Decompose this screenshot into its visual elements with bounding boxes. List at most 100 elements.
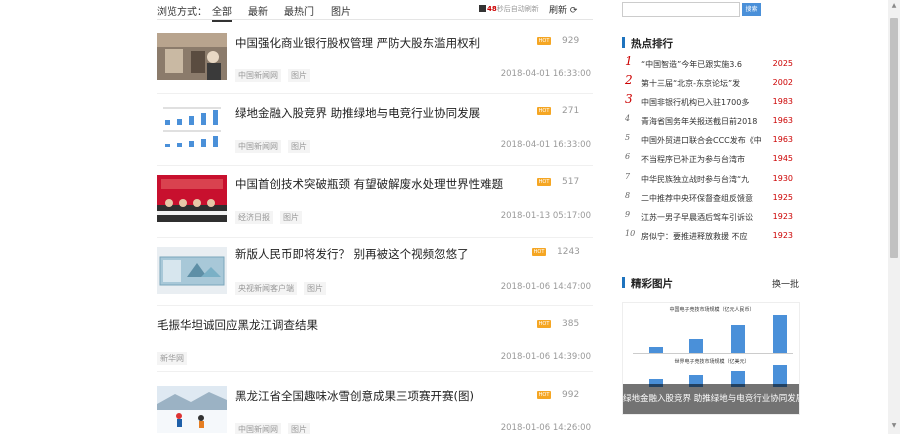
rank-title[interactable]: 中国外贸进口联合会CCC发布《中 xyxy=(641,135,769,146)
auto-refresh-checkbox[interactable] xyxy=(479,5,486,12)
source-tag[interactable]: 中国新闻网 xyxy=(235,140,281,153)
view-count: 1243 xyxy=(557,247,580,257)
rank-item[interactable]: 6 不当程序已补正为参与台湾市 1945 xyxy=(625,152,793,168)
source-tag[interactable]: 央视新闻客户端 xyxy=(235,282,297,295)
search-input[interactable] xyxy=(622,2,740,17)
rank-title[interactable]: 青海省国务年关报送截日前2018 xyxy=(641,116,769,127)
rank-item[interactable]: 10 房似宁：要推进释放救援 不应 1923 xyxy=(625,229,793,245)
category-tag[interactable]: 图片 xyxy=(280,211,302,224)
featured-picture[interactable]: 中国电子竞技市场规模（亿元人民币） 世界电子竞技市场规模（亿美元） 绿地金融入股… xyxy=(622,302,800,415)
view-count: 271 xyxy=(562,106,580,116)
rank-title[interactable]: “中国智造”今年已跟实施3.6 xyxy=(641,59,769,70)
scroll-down-icon[interactable]: ▼ xyxy=(888,422,900,432)
auto-refresh-text: 秒后自动刷新 xyxy=(496,5,539,13)
chart-thumbnail-image xyxy=(157,104,227,151)
hot-badge: HOT xyxy=(537,107,551,115)
scrollbar-thumb[interactable] xyxy=(890,18,898,258)
rank-title[interactable]: 第十三届“北京-东京论坛”发 xyxy=(641,78,769,89)
news-item[interactable]: 毛振华坦诚回应黑龙江调查结果 HOT 385 新华网 2018-01-06 14… xyxy=(157,306,593,372)
tab-hottest[interactable]: 最热门 xyxy=(284,3,314,18)
rank-title[interactable]: 二中推荐中央环保督查组反馈意 xyxy=(641,193,769,204)
browse-filter-bar: 浏览方式： 全部 最新 最热门 图片 48秒后自动刷新 刷新 ⟳ xyxy=(157,0,593,22)
auto-refresh-toggle[interactable]: 48秒后自动刷新 xyxy=(479,4,539,14)
section-marker xyxy=(622,37,625,48)
category-tag[interactable]: 图片 xyxy=(288,69,310,82)
search-button[interactable]: 搜索 xyxy=(742,3,761,16)
news-title[interactable]: 中国首创技术突破瓶颈 有望破解废水处理世界性难题 xyxy=(235,176,503,192)
hot-ranking-title: 热点排行 xyxy=(631,38,673,50)
news-item[interactable]: 新版人民币即将发行？ 别再被这个视频忽悠了 HOT 1243 央视新闻客户端 图… xyxy=(157,238,593,306)
rank-number: 4 xyxy=(625,114,631,123)
category-tag[interactable]: 图片 xyxy=(288,140,310,153)
publish-time: 2018-04-01 16:33:00 xyxy=(500,140,591,150)
refresh-gallery-link[interactable]: 换一批 xyxy=(772,277,799,290)
news-title[interactable]: 毛振华坦诚回应黑龙江调查结果 xyxy=(157,317,318,333)
refresh-label: 刷新 xyxy=(549,6,568,16)
rank-number: 10 xyxy=(625,229,636,238)
source-tag[interactable]: 经济日报 xyxy=(235,211,273,224)
hot-badge: HOT xyxy=(532,248,546,256)
view-count: 517 xyxy=(562,177,580,187)
view-count: 929 xyxy=(562,36,580,46)
news-title[interactable]: 黑龙江省全国趣味冰雪创意成果三项赛开赛(图) xyxy=(235,388,474,404)
tab-all[interactable]: 全部 xyxy=(212,3,232,22)
news-thumbnail[interactable] xyxy=(157,175,227,222)
tab-pictures[interactable]: 图片 xyxy=(331,3,351,18)
rank-count: 2025 xyxy=(772,59,793,68)
picture-caption[interactable]: 绿地金融入股竞界 助推绿地与电竞行业协同发展 xyxy=(623,384,799,414)
publish-time: 2018-01-13 05:17:00 xyxy=(500,211,591,221)
gallery-title: 精彩图片 xyxy=(631,278,673,290)
rank-title[interactable]: 不当程序已补正为参与台湾市 xyxy=(641,154,769,165)
category-tag[interactable]: 图片 xyxy=(288,423,310,434)
rank-title[interactable]: 中国非银行机构已入驻1700多 xyxy=(641,97,769,108)
rank-count: 1930 xyxy=(772,174,793,183)
news-title[interactable]: 绿地金融入股竞界 助推绿地与电竞行业协同发展 xyxy=(235,105,480,121)
rank-item[interactable]: 5 中国外贸进口联合会CCC发布《中 1963 xyxy=(625,133,793,149)
rank-number: 6 xyxy=(625,152,631,161)
category-tag[interactable]: 图片 xyxy=(304,282,326,295)
tab-latest[interactable]: 最新 xyxy=(248,3,268,18)
news-item[interactable]: 绿地金融入股竞界 助推绿地与电竞行业协同发展 HOT 271 中国新闻网 图片 … xyxy=(157,94,593,166)
conference-photo-image xyxy=(157,175,227,222)
publish-time: 2018-01-06 14:26:00 xyxy=(500,423,591,433)
scroll-up-icon[interactable]: ▲ xyxy=(888,2,900,12)
news-thumbnail[interactable] xyxy=(157,247,227,294)
rank-number: 8 xyxy=(625,191,631,200)
news-thumbnail[interactable] xyxy=(157,33,227,80)
refresh-button[interactable]: 刷新 ⟳ xyxy=(549,3,577,16)
bank-photo-image xyxy=(157,33,227,80)
rank-title[interactable]: 江苏一男子早晨酒后驾车引诉讼 xyxy=(641,212,769,223)
publish-time: 2018-01-06 14:47:00 xyxy=(500,282,591,292)
news-item[interactable]: 中国首创技术突破瓶颈 有望破解废水处理世界性难题 HOT 517 经济日报 图片… xyxy=(157,166,593,238)
rank-title[interactable]: 中华民族独立战时参与台湾“九 xyxy=(641,174,769,185)
news-item[interactable]: 黑龙江省全国趣味冰雪创意成果三项赛开赛(图) HOT 992 中国新闻网 图片 … xyxy=(157,372,593,434)
source-tag[interactable]: 中国新闻网 xyxy=(235,423,281,434)
rank-count: 1963 xyxy=(772,135,793,144)
auto-refresh-count: 48 xyxy=(487,5,497,13)
section-marker xyxy=(622,277,625,288)
source-tag[interactable]: 新华网 xyxy=(157,352,187,365)
rank-item[interactable]: 4 青海省国务年关报送截日前2018 1963 xyxy=(625,114,793,130)
snow-event-image xyxy=(157,386,227,433)
publish-time: 2018-04-01 16:33:00 xyxy=(500,69,591,79)
rank-item[interactable]: 8 二中推荐中央环保督查组反馈意 1925 xyxy=(625,191,793,207)
news-title[interactable]: 新版人民币即将发行？ 别再被这个视频忽悠了 xyxy=(235,246,469,262)
rank-item[interactable]: 7 中华民族独立战时参与台湾“九 1930 xyxy=(625,172,793,188)
rank-item[interactable]: 9 江苏一男子早晨酒后驾车引诉讼 1923 xyxy=(625,210,793,226)
rank-count: 1945 xyxy=(772,154,793,163)
page: 浏览方式： 全部 最新 最热门 图片 48秒后自动刷新 刷新 ⟳ 中国强化商业银… xyxy=(0,0,900,434)
news-item[interactable]: 中国强化商业银行股权管理 严防大股东滥用权利 HOT 929 中国新闻网 图片 … xyxy=(157,22,593,94)
news-thumbnail[interactable] xyxy=(157,104,227,151)
news-thumbnail[interactable] xyxy=(157,386,227,433)
news-title[interactable]: 中国强化商业银行股权管理 严防大股东滥用权利 xyxy=(235,35,480,51)
rank-count: 2002 xyxy=(772,78,793,87)
rank-item[interactable]: 2 第十三届“北京-东京论坛”发 2002 xyxy=(625,73,793,92)
rank-count: 1925 xyxy=(772,193,793,202)
rank-item[interactable]: 1 “中国智造”今年已跟实施3.6 2025 xyxy=(625,54,793,73)
banknote-image xyxy=(157,247,227,294)
source-tag[interactable]: 中国新闻网 xyxy=(235,69,281,82)
scrollbar[interactable]: ▲ ▼ xyxy=(888,0,900,434)
gallery-header: 精彩图片 xyxy=(622,276,673,291)
rank-title[interactable]: 房似宁：要推进释放救援 不应 xyxy=(641,231,769,242)
rank-item[interactable]: 3 中国非银行机构已入驻1700多 1983 xyxy=(625,92,793,111)
